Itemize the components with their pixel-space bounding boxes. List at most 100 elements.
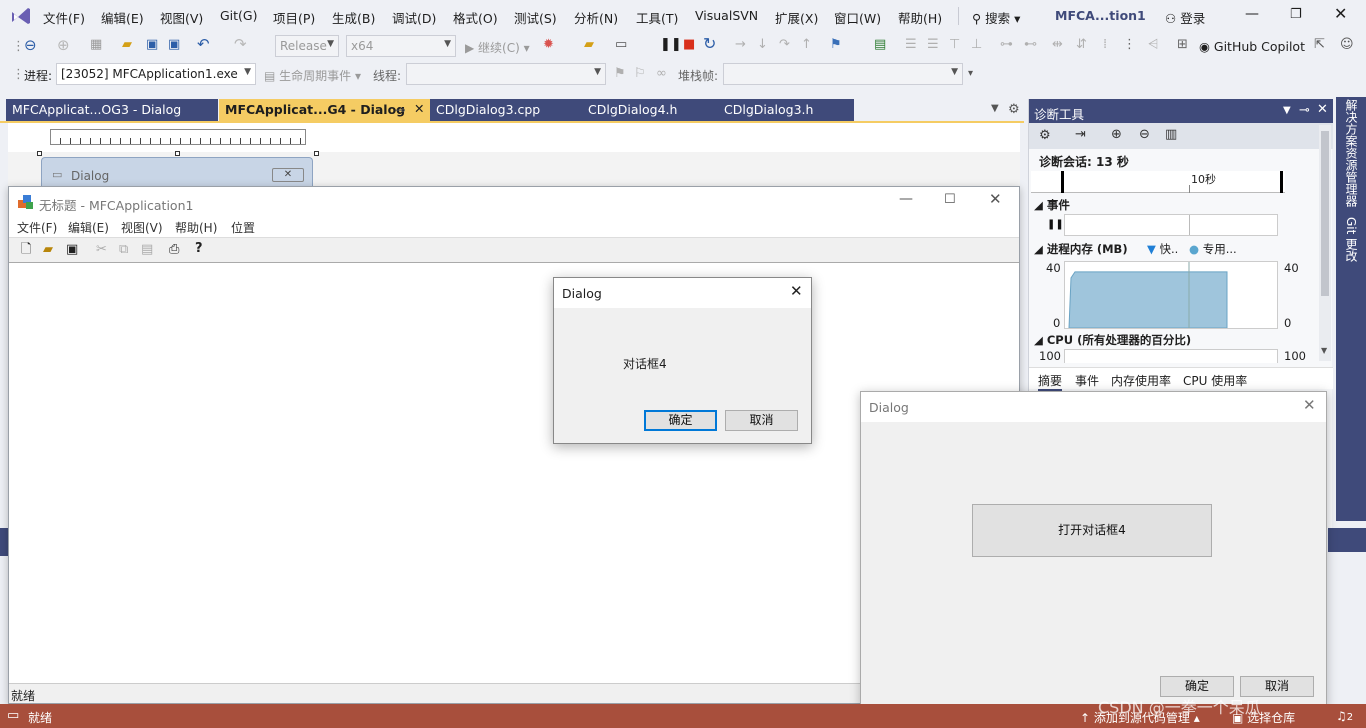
app-menu-help[interactable]: 帮助(H) xyxy=(175,219,217,236)
diagnostics-icon[interactable]: ⚑ xyxy=(830,38,842,51)
paste-icon[interactable]: ▤ xyxy=(141,243,153,256)
tab-cdlgdialog3-cpp[interactable]: CDlgDialog3.cpp xyxy=(430,99,582,121)
app-minimize-button[interactable]: — xyxy=(899,192,913,206)
app-close-button[interactable]: ✕ xyxy=(989,192,1002,207)
step-out-icon[interactable]: ↑ xyxy=(801,38,812,51)
scrollbar-thumb[interactable] xyxy=(1321,131,1329,296)
step-over-icon[interactable]: ↷ xyxy=(779,38,790,51)
cut-icon[interactable]: ✂ xyxy=(96,243,107,256)
pin-icon[interactable]: ⊸ xyxy=(395,102,405,117)
menu-format[interactable]: 格式(O) xyxy=(453,8,498,27)
navigate-forward-icon[interactable]: ⊕ xyxy=(57,38,70,53)
pause-icon[interactable]: ❚❚ xyxy=(660,38,682,51)
menu-analyze[interactable]: 分析(N) xyxy=(574,8,618,27)
share-icon[interactable]: ⇱ xyxy=(1314,38,1325,51)
show-next-statement-icon[interactable]: → xyxy=(735,38,746,51)
thread-dropdown[interactable]: ▼ xyxy=(406,63,606,85)
panel-close-icon[interactable]: ✕ xyxy=(1317,103,1328,116)
flag-thread-icon[interactable]: ⚑ xyxy=(614,67,626,80)
continue-button[interactable]: ▶ 继续(C) ▾ xyxy=(465,39,530,56)
navigate-back-icon[interactable]: ⊖ xyxy=(24,38,37,53)
menu-file[interactable]: 文件(F) xyxy=(43,8,85,27)
open-file-icon[interactable]: ▰ xyxy=(43,243,53,256)
main-dialog-close-icon[interactable]: ✕ xyxy=(1303,398,1316,413)
search-button[interactable]: ⚲ 搜索 ▾ xyxy=(972,8,1020,27)
center-vertical-icon[interactable]: ⊶ xyxy=(1000,38,1013,51)
browse-folder-icon[interactable]: ▰ xyxy=(584,38,594,51)
copy-icon[interactable]: ⧉ xyxy=(119,243,128,256)
open-dialog4-button[interactable]: 打开对话框4 xyxy=(972,504,1212,557)
diag-settings-gear-icon[interactable]: ⚙ xyxy=(1039,129,1051,142)
app-menu-edit[interactable]: 编辑(E) xyxy=(68,219,109,236)
close-tab-icon[interactable]: ✕ xyxy=(414,101,424,116)
test-dialog-icon[interactable]: ⩤ xyxy=(1148,38,1158,51)
space-across-icon[interactable]: ⇹ xyxy=(1052,38,1063,51)
notifications-button[interactable]: ♫2 xyxy=(1336,709,1353,723)
status-output-icon[interactable]: ▭ xyxy=(7,709,19,722)
app-menu-file[interactable]: 文件(F) xyxy=(17,219,57,236)
minimize-window-button[interactable]: — xyxy=(1245,6,1259,22)
save-all-icon[interactable]: ▣ xyxy=(168,38,180,51)
designer-dialog-preview[interactable]: ▭ Dialog ✕ xyxy=(41,157,313,187)
tab-dialog4-designer[interactable]: MFCApplicat...G4 - Dialog ⊸ ✕ xyxy=(219,99,430,121)
dialog4-close-icon[interactable]: ✕ xyxy=(790,284,803,299)
toolbar-overflow-icon[interactable]: ▾ xyxy=(968,69,973,79)
tab-settings-gear-icon[interactable]: ⚙ xyxy=(1008,103,1020,116)
menu-view[interactable]: 视图(V) xyxy=(160,8,203,27)
window-layout-icon[interactable]: ▭ xyxy=(615,38,627,51)
live-visual-tree-icon[interactable]: ▤ xyxy=(874,38,886,51)
panel-dropdown-icon[interactable]: ▼ xyxy=(1283,106,1291,116)
github-copilot-button[interactable]: ◉ GitHub Copilot xyxy=(1199,39,1305,54)
process-dropdown[interactable]: [23052] MFCApplication1.exe ▼ xyxy=(56,63,256,85)
align-left-icon[interactable]: ☰ xyxy=(905,38,917,51)
cpu-section-header[interactable]: ◢ CPU (所有处理器的百分比) xyxy=(1034,332,1191,348)
dialog4-ok-button[interactable]: 确定 xyxy=(644,410,717,431)
close-window-button[interactable]: ✕ xyxy=(1334,4,1347,23)
app-menu-view[interactable]: 视图(V) xyxy=(121,219,163,236)
diag-tab-cpu[interactable]: CPU 使用率 xyxy=(1183,372,1247,389)
grid-toggle-icon[interactable]: ⊞ xyxy=(1177,38,1188,51)
new-file-icon[interactable]: 🗋 xyxy=(21,243,31,256)
zoom-in-icon[interactable]: ⊕ xyxy=(1111,128,1122,141)
platform-dropdown[interactable]: x64 ▼ xyxy=(346,35,456,57)
tab-list-dropdown-icon[interactable]: ▼ xyxy=(991,104,999,114)
dialog4-cancel-button[interactable]: 取消 xyxy=(725,410,798,431)
tab-dialog3-designer[interactable]: MFCApplicat...OG3 - Dialog xyxy=(6,99,218,121)
memory-section-header[interactable]: ◢ 进程内存 (MB) xyxy=(1034,241,1128,257)
feedback-icon[interactable]: ☺ xyxy=(1340,38,1354,51)
open-folder-icon[interactable]: ▰ xyxy=(122,38,132,51)
scroll-down-icon[interactable]: ▼ xyxy=(1321,347,1327,355)
redo-icon[interactable]: ↷ xyxy=(234,37,247,52)
align-right-icon[interactable]: ☰ xyxy=(927,38,939,51)
tab-order-icon[interactable]: ⁞ xyxy=(1103,38,1107,51)
step-into-icon[interactable]: ↓ xyxy=(757,38,768,51)
panel-pin-icon[interactable]: ⊸ xyxy=(1299,104,1310,117)
diag-tab-summary[interactable]: 摘要 xyxy=(1038,372,1063,391)
menu-edit[interactable]: 编辑(E) xyxy=(101,8,144,27)
new-project-icon[interactable]: ▦ xyxy=(90,38,102,51)
restart-icon[interactable]: ↻ xyxy=(703,36,716,52)
diagnostics-scrollbar[interactable]: ▼ xyxy=(1319,125,1331,361)
hide-external-icon[interactable]: ∞ xyxy=(656,67,667,80)
help-question-icon[interactable]: ? xyxy=(195,242,203,255)
tab-cdlgdialog3-h[interactable]: CDlgDialog3.h xyxy=(718,99,854,121)
resize-handle[interactable] xyxy=(37,151,42,156)
menu-build[interactable]: 生成(B) xyxy=(332,8,375,27)
stack-frame-dropdown[interactable]: ▼ xyxy=(723,63,963,85)
guides-icon[interactable]: ⋮ xyxy=(1123,38,1136,51)
login-button[interactable]: ⚇ 登录 xyxy=(1165,8,1205,27)
center-horizontal-icon[interactable]: ⊷ xyxy=(1024,38,1037,51)
configuration-dropdown[interactable]: Release ▼ xyxy=(275,35,339,57)
reset-view-icon[interactable]: ▥ xyxy=(1165,128,1177,141)
hot-reload-icon[interactable]: ✹ xyxy=(543,38,554,51)
tab-cdlgdialog4-h[interactable]: CDlgDialog4.h xyxy=(582,99,718,121)
space-down-icon[interactable]: ⇵ xyxy=(1076,38,1087,51)
zoom-out-icon[interactable]: ⊖ xyxy=(1139,128,1150,141)
diag-tab-memory[interactable]: 内存使用率 xyxy=(1111,372,1171,389)
lifecycle-events-button[interactable]: ▤ 生命周期事件 ▾ xyxy=(264,67,361,84)
solution-explorer-tab[interactable]: 解决方案资源管理器 xyxy=(1342,99,1360,207)
menu-visualsvn[interactable]: VisualSVN xyxy=(695,8,758,23)
menu-project[interactable]: 项目(P) xyxy=(273,8,315,27)
menu-tools[interactable]: 工具(T) xyxy=(636,8,678,27)
resize-handle[interactable] xyxy=(314,151,319,156)
